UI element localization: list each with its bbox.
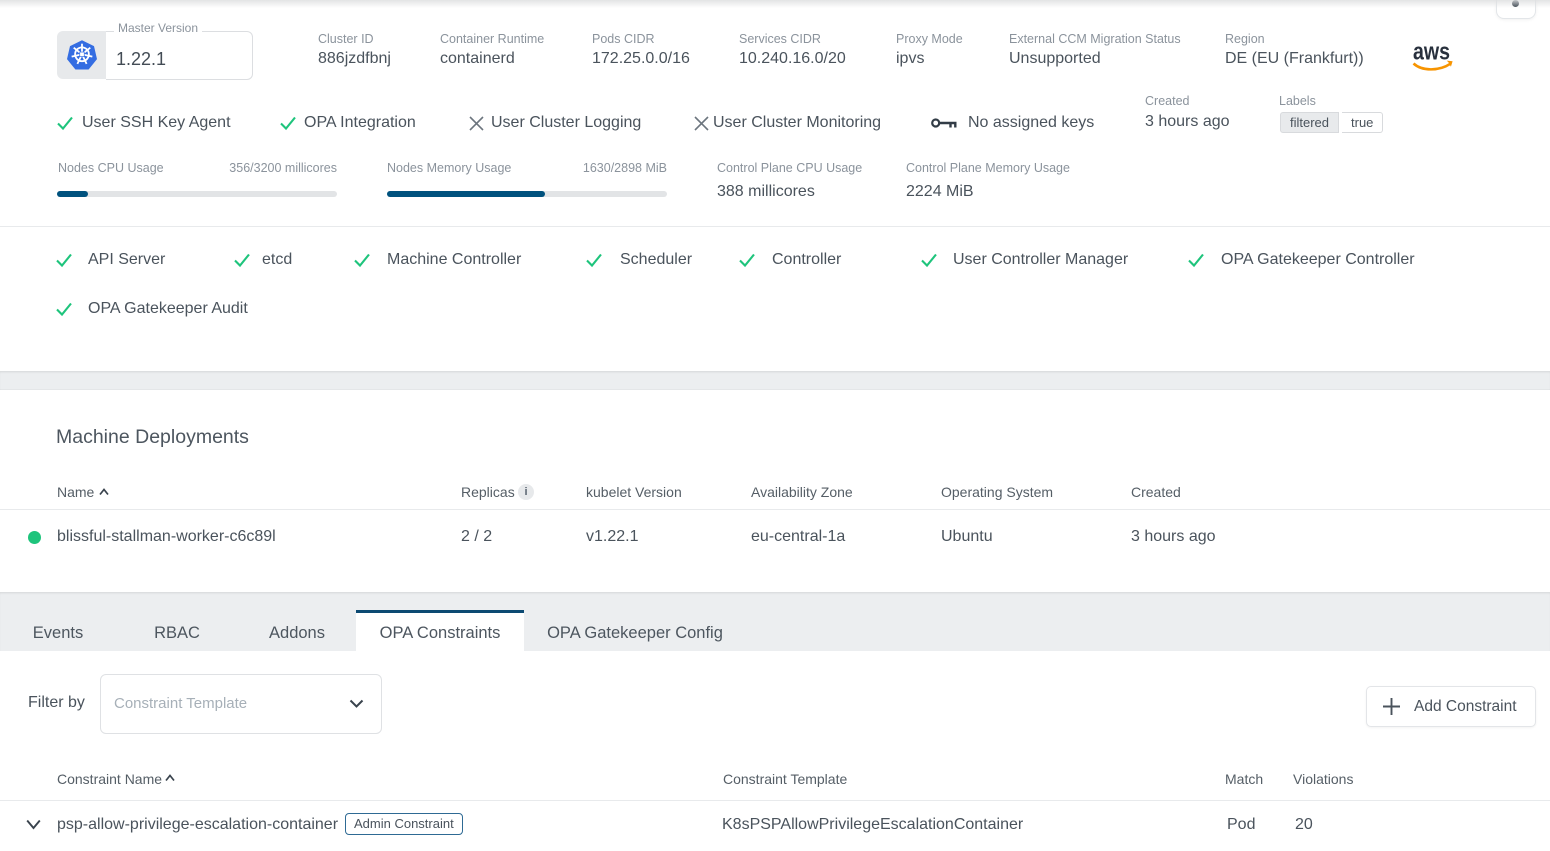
- svg-text:aws: aws: [1413, 44, 1450, 66]
